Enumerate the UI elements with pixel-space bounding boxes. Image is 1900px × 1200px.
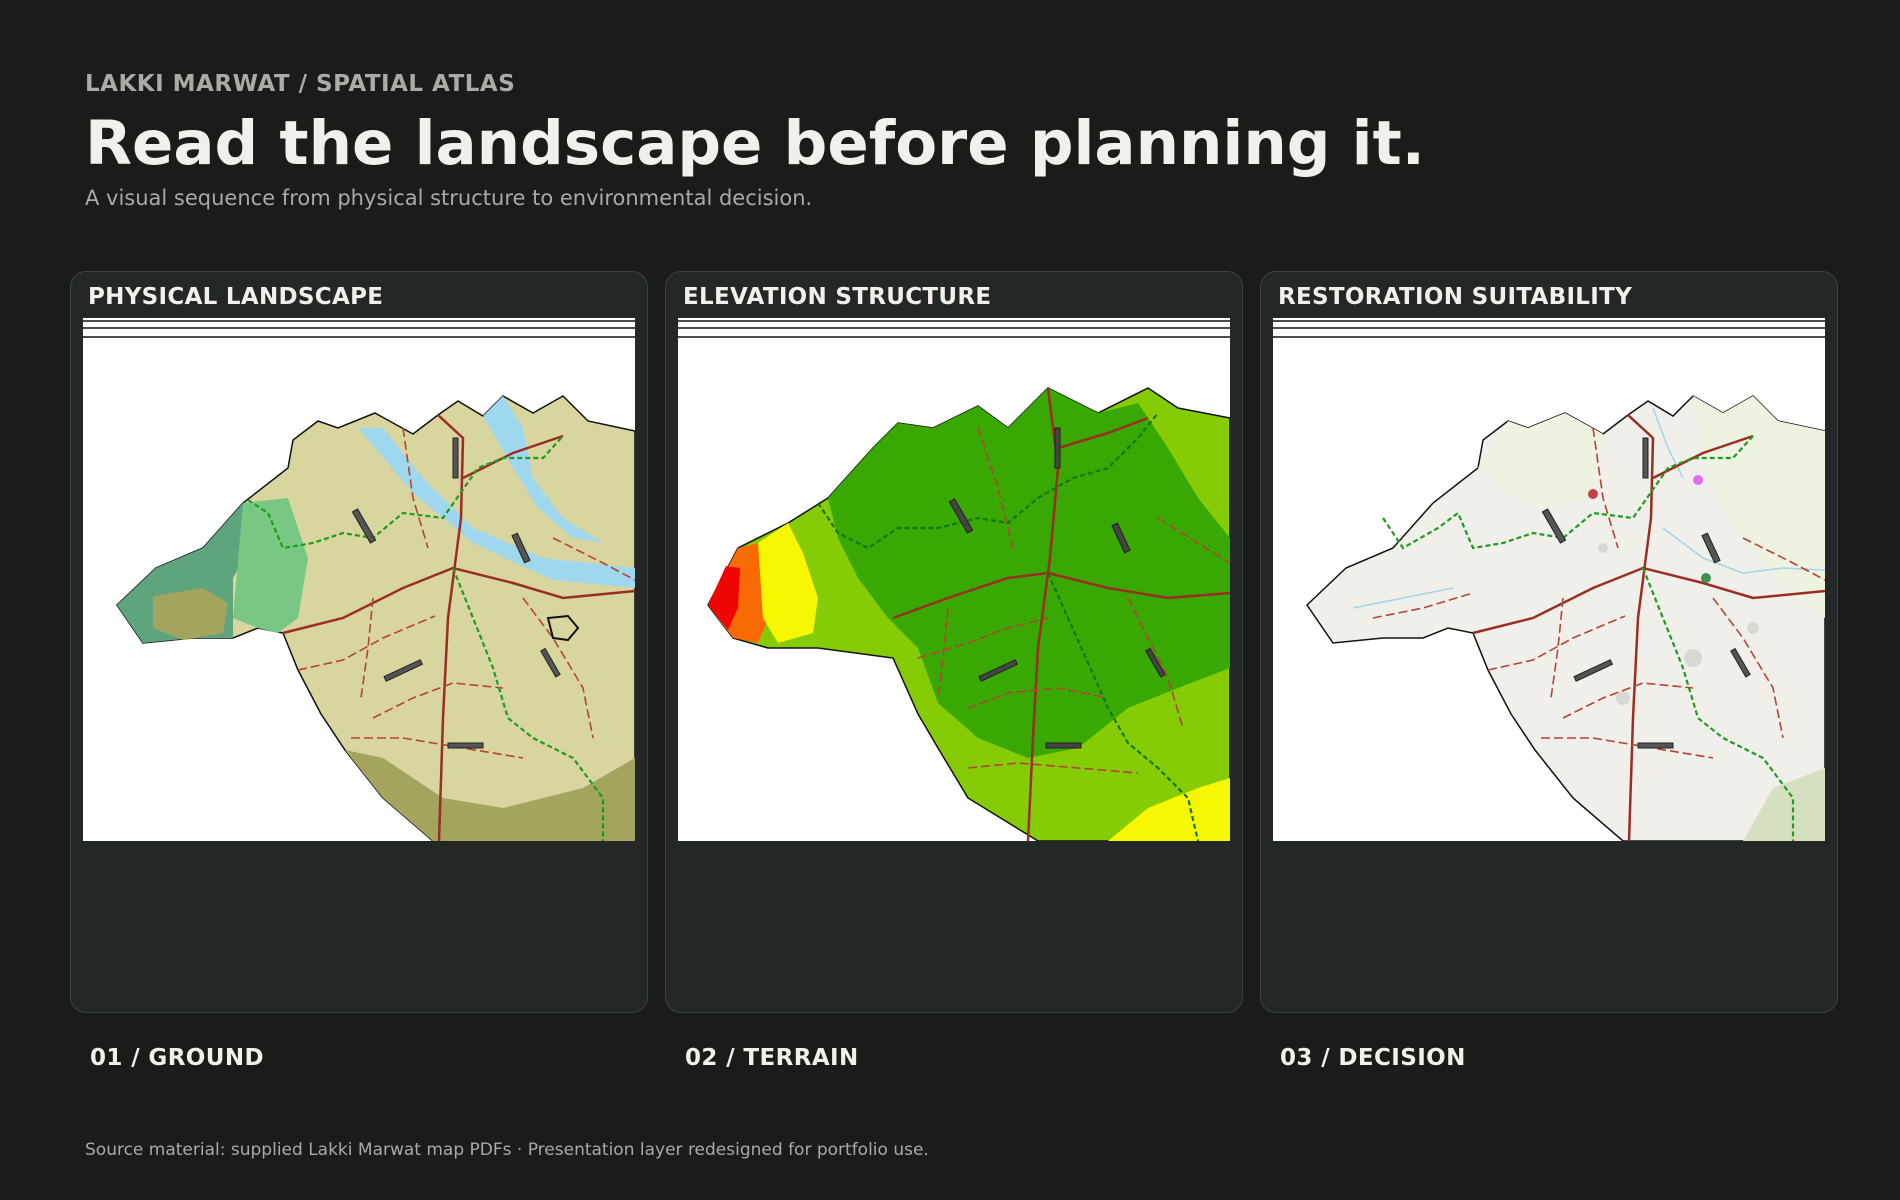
page-title: Read the landscape before planning it. — [85, 108, 1425, 179]
panel-physical-landscape[interactable]: PHYSICAL LANDSCAPE — [70, 271, 648, 1013]
panel-title: PHYSICAL LANDSCAPE — [88, 284, 384, 310]
panel-elevation-structure[interactable]: ELEVATION STRUCTURE — [665, 271, 1243, 1013]
physical-landscape-map[interactable] — [83, 318, 635, 841]
panel-restoration-suitability[interactable]: RESTORATION SUITABILITY — [1260, 271, 1838, 1013]
panel-title: RESTORATION SUITABILITY — [1278, 284, 1633, 310]
page-subtitle: A visual sequence from physical structur… — [85, 186, 813, 210]
restoration-suitability-map[interactable] — [1273, 318, 1825, 841]
step-label-ground: 01 / GROUND — [90, 1045, 264, 1071]
atlas-eyebrow: LAKKI MARWAT / SPATIAL ATLAS — [85, 71, 516, 97]
step-label-terrain: 02 / TERRAIN — [685, 1045, 859, 1071]
step-label-decision: 03 / DECISION — [1280, 1045, 1466, 1071]
source-note: Source material: supplied Lakki Marwat m… — [85, 1140, 929, 1160]
elevation-structure-map[interactable] — [678, 318, 1230, 841]
panel-title: ELEVATION STRUCTURE — [683, 284, 992, 310]
